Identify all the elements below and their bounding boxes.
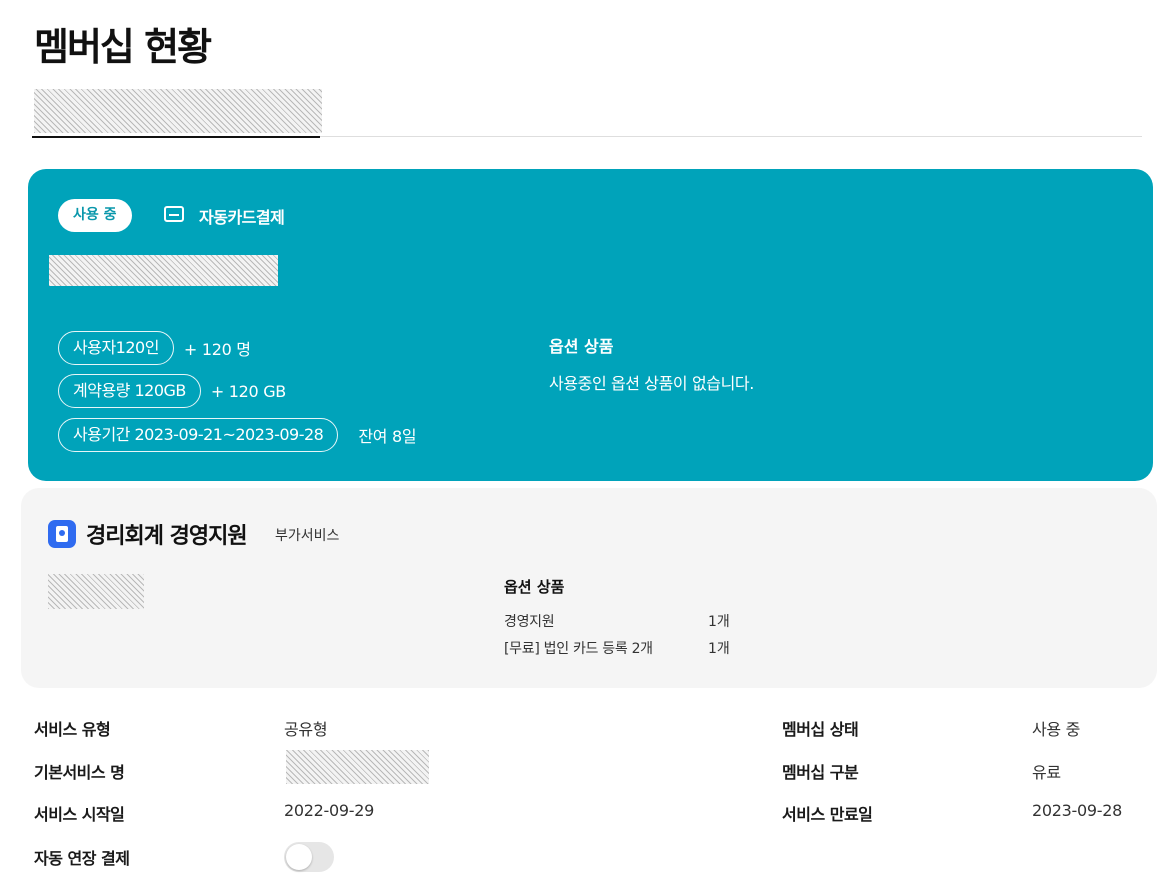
status-badge: 사용 중	[58, 199, 132, 232]
payment-method-label: 자동카드결제	[199, 208, 285, 227]
usage-row-period: 사용기간 2023-09-21~2023-09-28 잔여 8일	[58, 418, 417, 452]
auto-renew-label: 자동 연장 결제	[34, 849, 130, 868]
options-title: 옵션 상품	[549, 337, 614, 356]
usage-chip: 계약용량 120GB	[58, 374, 201, 408]
addon-option-qty: 1개	[708, 641, 730, 657]
usage-extra: + 120 GB	[210, 381, 286, 401]
redacted-plan-name	[49, 255, 278, 286]
membership-card: 사용 중 자동카드결제 사용자120인 + 120 명 계약용량 120GB +…	[28, 169, 1153, 481]
credit-card-icon	[164, 206, 184, 222]
membership-status-value: 사용 중	[1032, 720, 1081, 739]
redacted-base-service	[286, 750, 429, 784]
usage-row-users: 사용자120인 + 120 명	[58, 331, 251, 365]
addon-option-name: 경영지원	[504, 614, 555, 630]
options-empty-message: 사용중인 옵션 상품이 없습니다.	[549, 374, 754, 393]
auto-renew-toggle[interactable]	[284, 842, 334, 872]
addon-options-title: 옵션 상품	[504, 578, 565, 596]
usage-extra: 잔여 8일	[358, 427, 417, 446]
usage-chip: 사용자120인	[58, 331, 174, 365]
end-date-value: 2023-09-28	[1032, 801, 1122, 820]
membership-category-label: 멤버십 구분	[782, 763, 859, 782]
addon-option-qty: 1개	[708, 614, 730, 630]
toggle-knob	[286, 844, 312, 870]
end-date-label: 서비스 만료일	[782, 805, 873, 824]
membership-status-label: 멤버십 상태	[782, 720, 859, 739]
usage-extra: + 120 명	[183, 340, 251, 359]
redacted-addon-plan	[48, 574, 144, 609]
usage-chip: 사용기간 2023-09-21~2023-09-28	[58, 418, 339, 452]
start-date-value: 2022-09-29	[284, 801, 374, 820]
addon-card: 경리회계 경영지원 부가서비스 옵션 상품 경영지원 1개 [무료] 법인 카드…	[21, 488, 1157, 688]
addon-option-name: [무료] 법인 카드 등록 2개	[504, 641, 653, 657]
usage-row-storage: 계약용량 120GB + 120 GB	[58, 374, 286, 408]
start-date-label: 서비스 시작일	[34, 805, 125, 824]
addon-subtitle: 부가서비스	[275, 528, 340, 544]
base-service-label: 기본서비스 명	[34, 763, 125, 782]
tab-active[interactable]	[32, 88, 322, 138]
document-app-icon	[48, 520, 76, 548]
page-title: 멤버십 현황	[34, 25, 212, 69]
service-type-value: 공유형	[284, 720, 328, 739]
redacted-tab-label	[34, 89, 322, 133]
membership-category-value: 유료	[1032, 763, 1061, 782]
addon-title: 경리회계 경영지원	[86, 524, 248, 549]
service-type-label: 서비스 유형	[34, 720, 111, 739]
